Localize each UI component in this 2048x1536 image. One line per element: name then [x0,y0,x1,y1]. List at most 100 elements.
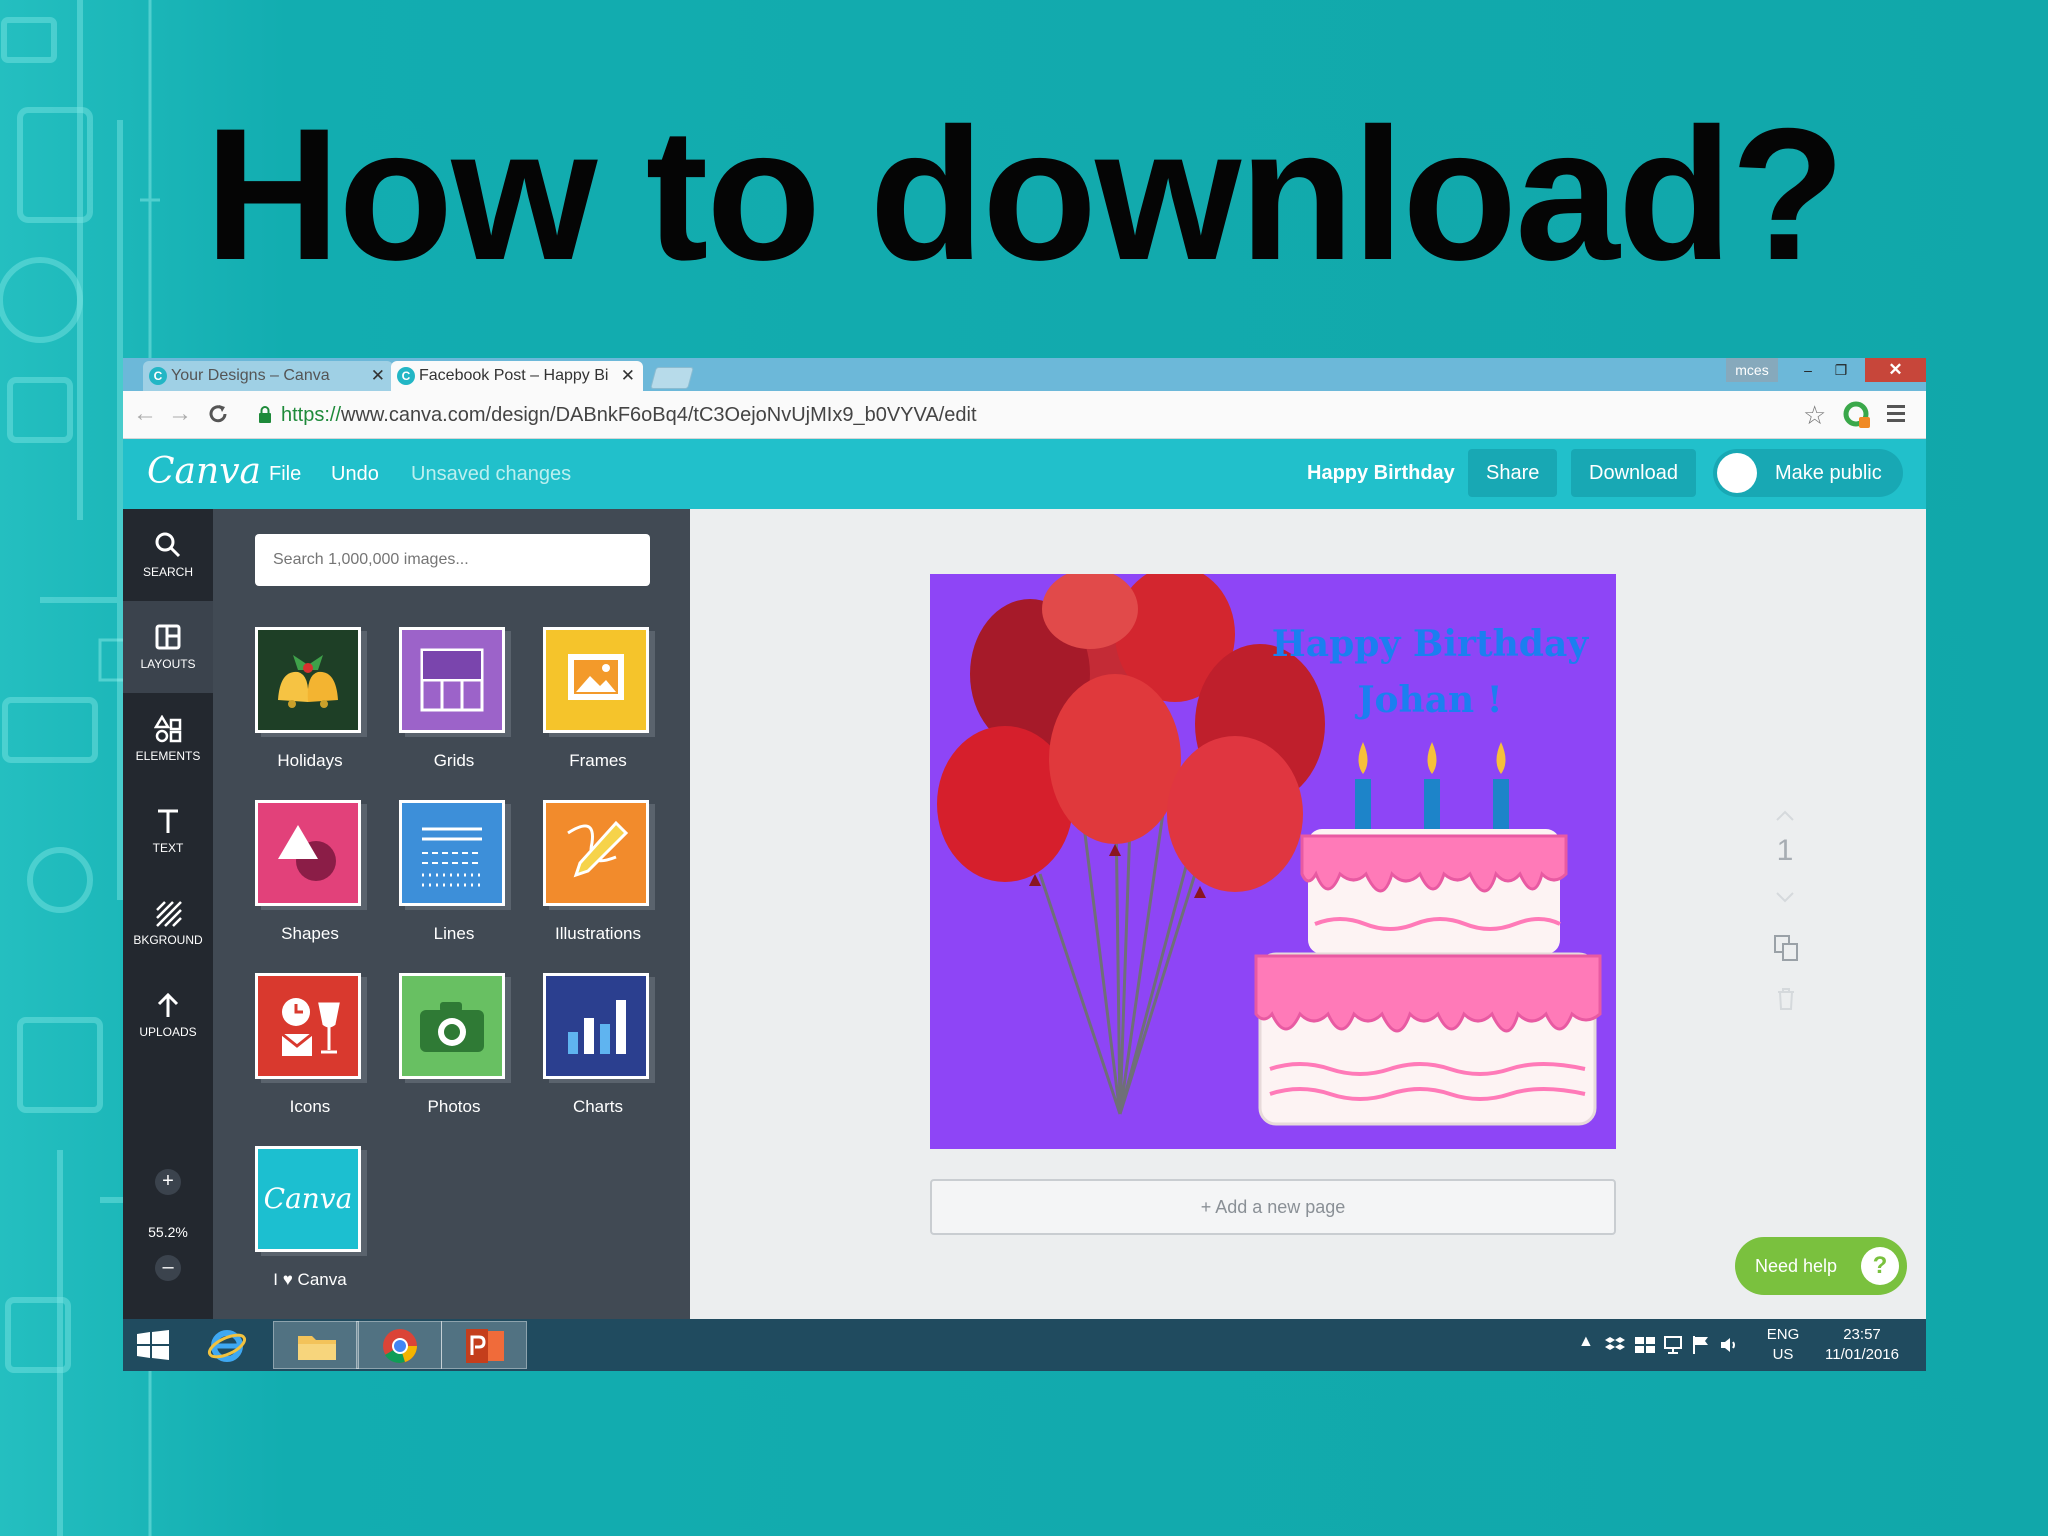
page-tools [1765,809,1805,827]
add-page-button[interactable]: + Add a new page [930,1179,1616,1235]
elements-icon [154,715,182,743]
design-canvas[interactable]: Happy Birthday Johan ! [930,574,1616,1149]
extension-icon[interactable] [1843,401,1871,429]
grid-icon [402,630,502,730]
language-indicator[interactable]: ENG US [1759,1325,1807,1365]
rail-background[interactable]: BKGROUND [123,877,213,969]
chevron-down-icon[interactable] [1775,891,1795,903]
copy-page-icon[interactable] [1773,934,1799,962]
close-tab-icon[interactable]: ✕ [371,361,385,391]
help-label: Need help [1755,1256,1838,1276]
category-label: Icons [289,1097,331,1116]
category-label: Frames [569,751,627,770]
url-text[interactable]: https://www.canva.com/design/DABnkF6oBq4… [281,404,977,427]
file-menu[interactable]: File [269,463,301,486]
new-tab-button[interactable] [650,367,694,389]
minimize-button[interactable]: – [1793,358,1823,382]
system-clock[interactable]: 23:57 11/01/2016 [1817,1325,1907,1365]
category-illustrations[interactable]: Illustrations [543,800,653,944]
zoom-in-button[interactable]: + [155,1169,181,1195]
rail-search[interactable]: SEARCH [123,509,213,601]
browser-menu-icon[interactable] [1887,405,1905,423]
canva-favicon: C [149,367,167,385]
upload-icon [157,992,179,1017]
category-photos[interactable]: Photos [399,973,509,1117]
address-bar: ← → https://www.canva.com/design/DABnkF6… [123,391,1926,439]
camera-icon [402,976,502,1076]
windows-tray-icon[interactable] [1635,1335,1655,1355]
rail-label: ELEMENTS [135,749,201,763]
category-lines[interactable]: Lines [399,800,509,944]
powerpoint-icon [466,1329,504,1363]
chevron-up-icon[interactable] [1775,810,1795,822]
need-help-button[interactable]: Need help ? [1735,1237,1907,1295]
category-charts[interactable]: Charts [543,973,653,1117]
url-scheme: https:// [281,404,342,426]
bookmark-star-icon[interactable]: ☆ [1803,400,1826,430]
reload-icon[interactable] [203,399,233,429]
undo-button[interactable]: Undo [331,463,379,486]
rail-text[interactable]: TEXT [123,785,213,877]
make-public-toggle[interactable]: Make public [1713,449,1903,497]
tab-label: Facebook Post – Happy Bi [419,367,609,384]
folder-icon [298,1336,336,1360]
category-tile [399,973,505,1079]
rail-elements[interactable]: ELEMENTS [123,693,213,785]
browser-window: C Your Designs – Canva ✕ C Facebook Post… [123,358,1926,1371]
category-i-love-canva[interactable]: Canva I ♥ Canva [255,1146,365,1290]
category-tile [399,627,505,733]
help-icon: ? [1861,1247,1899,1285]
taskbar-chrome[interactable] [356,1321,442,1369]
shapes-icon [258,803,358,903]
elements-panel: Holidays Grids F [213,509,690,1319]
volume-icon[interactable] [1719,1335,1739,1355]
flag-icon[interactable] [1691,1335,1711,1355]
image-search-input[interactable] [255,534,650,586]
zoom-level: 55.2% [148,1224,188,1240]
taskbar-powerpoint[interactable] [441,1321,527,1369]
windows-start-icon[interactable] [137,1330,169,1360]
left-rail: SEARCH LAYOUTS ELEMENTS TEXT BKGROUND UP… [123,509,213,1319]
rail-label: BKGROUND [133,933,203,947]
download-button[interactable]: Download [1571,449,1696,497]
taskbar-file-explorer[interactable] [273,1321,359,1369]
tab-facebook-post[interactable]: C Facebook Post – Happy Bi ✕ [391,361,643,391]
category-frames[interactable]: Frames [543,627,653,771]
lock-icon [259,406,271,423]
category-icons[interactable]: Icons [255,973,365,1117]
maximize-button[interactable]: ❐ [1826,358,1856,382]
tab-bar: C Your Designs – Canva ✕ C Facebook Post… [123,358,1926,391]
share-button[interactable]: Share [1468,449,1558,497]
category-grids[interactable]: Grids [399,627,509,771]
rail-layouts[interactable]: LAYOUTS [123,601,213,693]
zoom-out-button[interactable]: – [155,1255,181,1281]
category-holidays[interactable]: Holidays [255,627,365,771]
category-label: Holidays [277,751,343,770]
trash-icon[interactable] [1776,987,1796,1011]
internet-explorer-icon[interactable] [207,1328,247,1364]
rail-label: TEXT [152,841,184,855]
close-tab-icon[interactable]: ✕ [621,361,635,391]
design-greeting[interactable]: Happy Birthday Johan ! [1260,616,1600,728]
icons-icon [258,976,358,1076]
tray-expand-icon[interactable]: ▲ [1578,1333,1594,1351]
slide-title: How to download? [204,89,1846,299]
design-stage: Happy Birthday Johan ! 1 + Add a new pag… [690,509,1926,1319]
category-shapes[interactable]: Shapes [255,800,365,944]
frame-icon [546,630,646,730]
canva-favicon: C [397,367,415,385]
category-tile: Canva [255,1146,361,1252]
rail-uploads[interactable]: UPLOADS [123,969,213,1061]
make-public-label: Make public [1775,462,1882,484]
profile-badge[interactable]: mces [1726,358,1778,382]
network-icon[interactable] [1663,1335,1683,1355]
canva-top-bar: Canva File Undo Unsaved changes Happy Bi… [123,439,1926,509]
back-icon[interactable]: ← [130,399,160,429]
dropbox-tray-icon[interactable] [1605,1335,1625,1355]
rail-label: SEARCH [142,565,193,579]
close-window-button[interactable]: ✕ [1865,358,1926,382]
tab-your-designs[interactable]: C Your Designs – Canva ✕ [143,361,393,391]
design-title[interactable]: Happy Birthday [1307,462,1455,485]
canva-logo[interactable]: Canva [147,451,261,492]
forward-icon[interactable]: → [165,399,195,429]
